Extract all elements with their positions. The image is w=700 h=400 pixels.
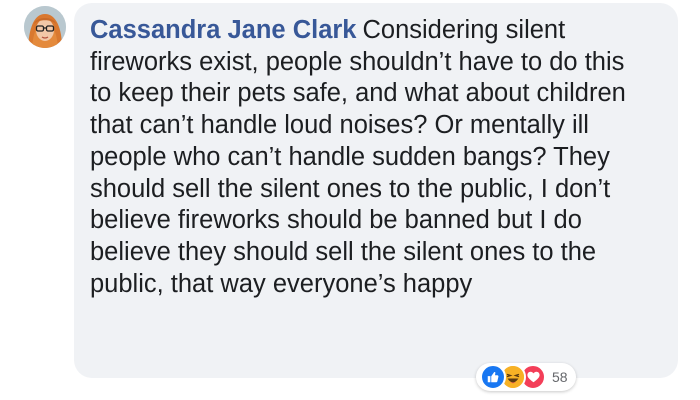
like-icon: [480, 364, 506, 390]
comment-bubble: Cassandra Jane Clark Considering silent f…: [74, 3, 678, 378]
comment-container: Cassandra Jane Clark Considering silent f…: [0, 0, 700, 400]
reaction-count: 58: [552, 369, 568, 385]
avatar[interactable]: [24, 6, 66, 48]
comment-body: Cassandra Jane Clark Considering silent f…: [90, 15, 650, 300]
author-name[interactable]: Cassandra Jane Clark: [90, 16, 356, 44]
reactions-summary[interactable]: 58: [476, 363, 576, 391]
comment-text: Considering silent fireworks exist, peop…: [90, 16, 626, 298]
profile-photo-icon: [24, 6, 66, 48]
